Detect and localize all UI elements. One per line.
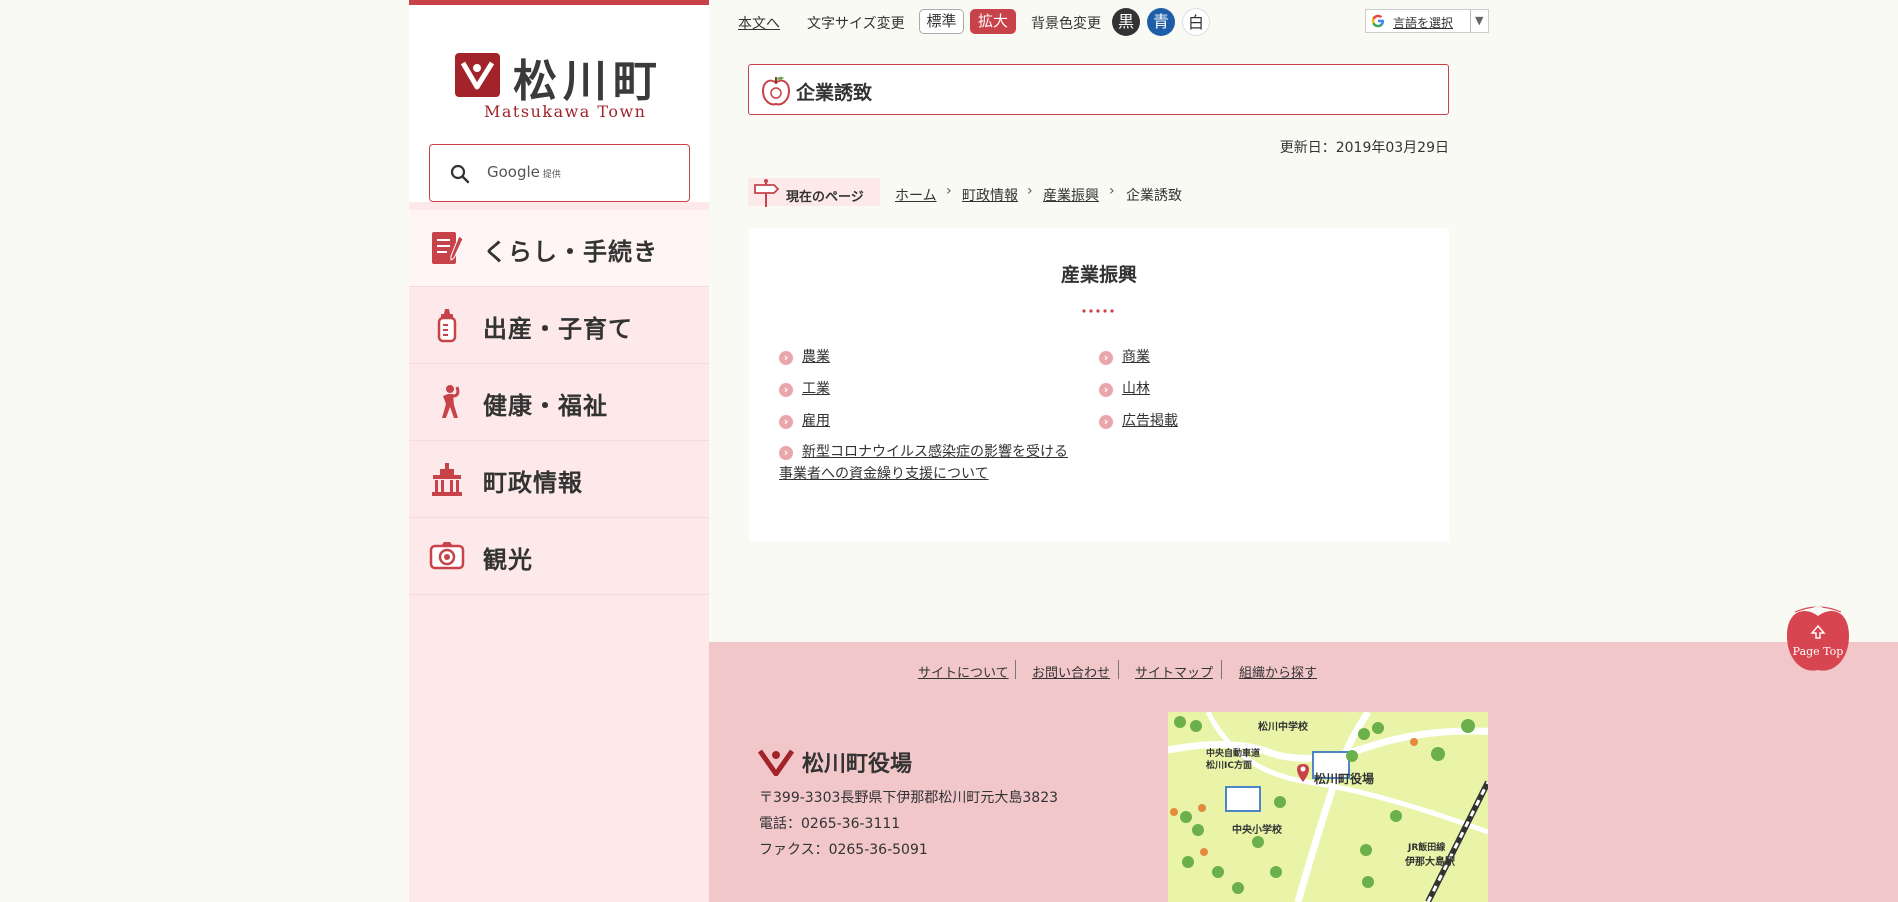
apple-icon: [761, 76, 791, 106]
breadcrumb-home[interactable]: ホーム: [895, 185, 937, 205]
access-map: 松川中学校 中央自動車道 松川IC方面 松川町役場 中央小学校 JR飯田線 伊那…: [1168, 712, 1488, 902]
map-label-ic2: 松川IC方面: [1206, 761, 1252, 771]
breadcrumb-separator: ›: [1027, 183, 1033, 199]
breadcrumb: 現在のページ ホーム › 町政情報 › 産業振興 › 企業誘致: [748, 178, 1449, 208]
footer-link-about[interactable]: サイトについて: [918, 662, 1009, 681]
link-commerce[interactable]: › 商業: [1099, 346, 1150, 366]
town-emblem-icon: [758, 749, 794, 776]
chevron-right-icon: ›: [779, 415, 793, 429]
nav-item-tourism[interactable]: 観光: [409, 518, 709, 595]
chevron-down-icon: ▼: [1470, 10, 1483, 32]
current-page-label: 現在のページ: [786, 190, 864, 205]
nav-label: くらし・手続き: [483, 238, 658, 266]
link-advertising[interactable]: › 広告掲載: [1099, 410, 1178, 430]
site-logo-text: 松川町: [513, 56, 663, 107]
nav-label: 健康・福祉: [483, 392, 608, 420]
skip-to-content-link[interactable]: 本文へ: [738, 13, 780, 33]
footer-link-sitemap[interactable]: サイトマップ: [1135, 662, 1213, 681]
map-label-station: 伊那大島駅: [1405, 857, 1455, 868]
chevron-right-icon: ›: [779, 383, 793, 397]
page-title-box: 企業誘致: [748, 64, 1449, 115]
nav-item-childcare[interactable]: 出産・子育て: [409, 287, 709, 364]
page-top-label: Page Top: [1792, 645, 1844, 658]
chevron-right-icon: ›: [1099, 383, 1113, 397]
footer-divider: [1015, 660, 1016, 679]
current-page-label-box: 現在のページ: [748, 178, 880, 207]
font-size-label: 文字サイズ変更: [807, 16, 905, 32]
town-emblem-icon: [455, 53, 500, 97]
chevron-right-icon: ›: [1099, 415, 1113, 429]
footer-divider: [1118, 660, 1119, 679]
search-placeholder: Google 提供: [487, 163, 561, 181]
apple-page-top-icon: [1787, 606, 1849, 671]
category-panel: 産業振興 › 農業 › 工業 › 雇用 › 商業 › 山林 › 広告掲載 › 新型コロナウイル…: [749, 228, 1449, 542]
sidebar: 松川町 Matsukawa Town Google 提供 くらし・手続き 出産・…: [409, 0, 709, 902]
link-covid-support[interactable]: › 新型コロナウイルス感染症の影響を受ける 事業者への資金繰り支援について: [779, 441, 1068, 485]
stretching-person-icon: [442, 385, 460, 418]
map-illustration: [1168, 712, 1488, 902]
nav-item-living[interactable]: くらし・手続き: [409, 210, 709, 287]
link-agriculture[interactable]: › 農業: [779, 346, 830, 366]
footer-org-name: 松川町役場: [802, 752, 913, 777]
updated-date: 更新日：2019年03月29日: [1279, 140, 1449, 156]
bg-white-button[interactable]: 白: [1182, 8, 1210, 36]
language-select[interactable]: 言語を選択 ▼: [1365, 9, 1489, 33]
footer-divider: [1221, 660, 1222, 679]
nav-item-health[interactable]: 健康・福祉: [409, 364, 709, 441]
footer-link-org[interactable]: 組織から探す: [1239, 662, 1317, 681]
breadcrumb-current: 企業誘致: [1126, 188, 1182, 204]
panel-heading: 産業振興: [1060, 264, 1137, 286]
breadcrumb-separator: ›: [946, 183, 952, 199]
page-top-button[interactable]: Page Top: [1785, 604, 1851, 674]
nav-item-town-admin[interactable]: 町政情報: [409, 441, 709, 518]
map-label-school2: 中央小学校: [1232, 825, 1282, 836]
chevron-right-icon: ›: [779, 351, 793, 365]
search-icon: [450, 164, 470, 184]
baby-bottle-icon: [437, 309, 457, 343]
footer-phone: 電話：0265-36-3111: [759, 816, 901, 832]
link-employment[interactable]: › 雇用: [779, 410, 830, 430]
link-industry[interactable]: › 工業: [779, 378, 830, 398]
chevron-right-icon: ›: [779, 446, 793, 460]
font-normal-button[interactable]: 標準: [919, 9, 964, 34]
link-forestry[interactable]: › 山林: [1099, 378, 1150, 398]
bg-black-button[interactable]: 黒: [1112, 8, 1140, 36]
dot-divider: [1082, 309, 1114, 313]
site-search-input[interactable]: Google 提供: [429, 144, 690, 202]
chevron-right-icon: ›: [1099, 351, 1113, 365]
font-large-button[interactable]: 拡大: [970, 9, 1016, 34]
page-title: 企業誘致: [796, 82, 873, 104]
map-label-school1: 松川中学校: [1258, 722, 1308, 733]
town-hall-icon: [432, 463, 462, 496]
bg-color-label: 背景色変更: [1031, 16, 1101, 32]
nav-label: 町政情報: [483, 469, 583, 497]
breadcrumb-industry[interactable]: 産業振興: [1043, 185, 1099, 205]
site-logo-english: Matsukawa Town: [484, 102, 647, 121]
main-nav: くらし・手続き 出産・子育て 健康・福祉 町政情報 観光: [409, 210, 709, 595]
footer-address: 〒399-3303長野県下伊那郡松川町元大島3823: [759, 790, 1059, 806]
camera-icon: [429, 542, 465, 570]
language-select-label: 言語を選択: [1393, 16, 1454, 30]
breadcrumb-town-admin[interactable]: 町政情報: [962, 185, 1018, 205]
google-g-icon: [1371, 14, 1384, 28]
nav-label: 観光: [483, 546, 533, 574]
map-label-line: JR飯田線: [1408, 843, 1446, 853]
nav-label: 出産・子育て: [483, 315, 633, 343]
footer-link-contact[interactable]: お問い合わせ: [1032, 662, 1110, 681]
signpost-icon: [754, 179, 780, 207]
footer-fax: ファクス：0265-36-5091: [759, 842, 928, 858]
bg-blue-button[interactable]: 青: [1147, 8, 1175, 36]
footer: サイトについて お問い合わせ サイトマップ 組織から探す 松川町役場 〒399-…: [709, 642, 1898, 902]
document-pen-icon: [432, 232, 464, 264]
breadcrumb-separator: ›: [1109, 183, 1115, 199]
map-label-office: 松川町役場: [1314, 772, 1375, 786]
